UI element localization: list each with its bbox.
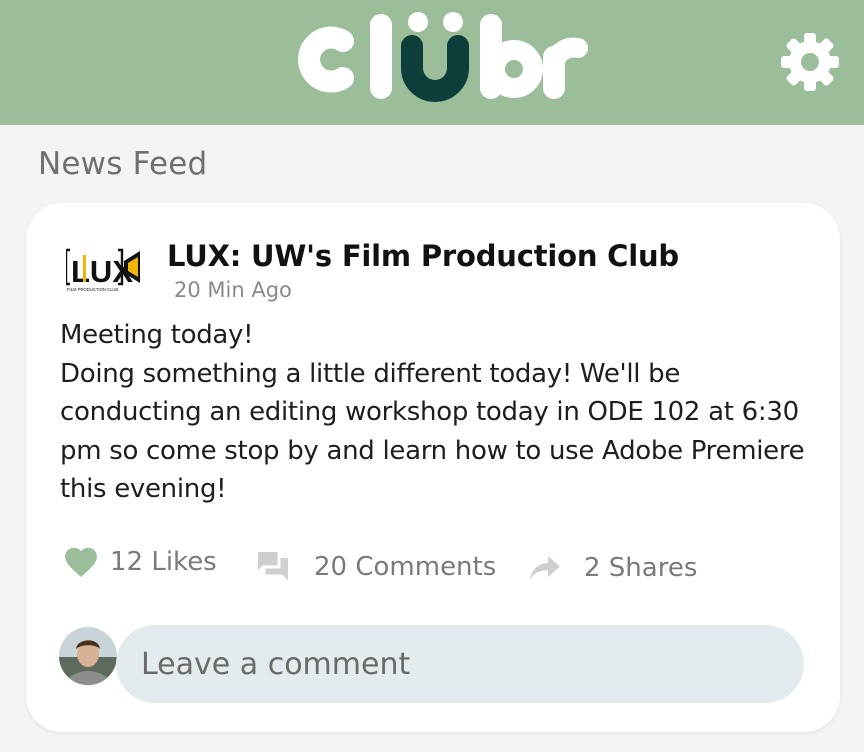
avatar[interactable] bbox=[59, 627, 117, 685]
share-arrow-icon bbox=[530, 556, 560, 580]
top-bar bbox=[0, 0, 864, 125]
user-avatar-image bbox=[59, 627, 117, 685]
app-logo bbox=[298, 12, 588, 102]
post-body-line: conducting an editing workshop today in … bbox=[60, 397, 799, 427]
club-logo-subtext: FILM PRODUCTION CLUB bbox=[67, 287, 118, 292]
comments-count: 20 Comments bbox=[314, 552, 497, 582]
post-body-line: this evening! bbox=[60, 474, 227, 504]
likes-count: 12 Likes bbox=[110, 547, 217, 577]
club-name[interactable]: LUX: UW's Film Production Club bbox=[167, 239, 679, 273]
post-body-line: Doing something a little different today… bbox=[60, 358, 681, 389]
shares-count: 2 Shares bbox=[584, 553, 698, 583]
post-body-line: pm so come stop by and learn how to use … bbox=[60, 435, 805, 466]
gear-icon[interactable] bbox=[780, 32, 840, 92]
comment-input[interactable] bbox=[116, 625, 804, 703]
post-body-line: Meeting today! bbox=[60, 320, 254, 350]
like-button[interactable]: 12 Likes bbox=[62, 543, 217, 581]
share-button[interactable]: 2 Shares bbox=[526, 550, 697, 586]
post-body: Meeting today! Doing something a little … bbox=[60, 316, 820, 509]
post-card: LUX FILM PRODUCTION CLUB LUX: UW's Film … bbox=[26, 203, 840, 732]
heart-icon bbox=[65, 547, 97, 578]
news-feed-title: News Feed bbox=[38, 146, 208, 182]
comments-button[interactable]: 20 Comments bbox=[254, 549, 496, 585]
post-timestamp: 20 Min Ago bbox=[174, 278, 292, 302]
club-logo-text: LUX bbox=[71, 254, 133, 289]
comment-icon bbox=[258, 552, 288, 581]
club-logo[interactable]: LUX FILM PRODUCTION CLUB bbox=[66, 243, 142, 293]
